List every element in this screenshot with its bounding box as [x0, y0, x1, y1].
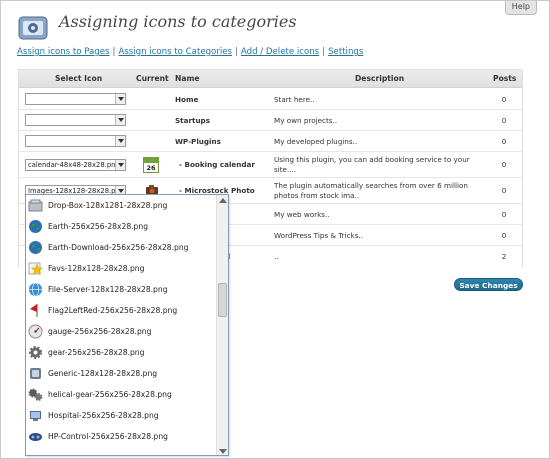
- earth-icon: [29, 220, 42, 233]
- column-header-current: Current: [136, 74, 169, 83]
- page-frame: Assigning icons to categories Help Assig…: [0, 0, 550, 459]
- dropdown-option[interactable]: gauge-256x256-28x28.png: [26, 321, 216, 342]
- calendar-day-number: 26: [146, 164, 156, 172]
- icon-dropdown-list[interactable]: Drop-Box-128x1281-28x28.png Earth-256x25…: [25, 194, 229, 456]
- table-row: calendar-48x48-28x28.png 26 - Booking ca…: [19, 152, 522, 178]
- chevron-down-icon: [115, 160, 125, 170]
- table-row: Startups My own projects.. 0: [19, 110, 522, 131]
- category-name: - Booking calendar: [179, 160, 255, 169]
- category-name: Home: [175, 95, 199, 104]
- help-tab[interactable]: Help: [504, 1, 537, 15]
- category-name: WP-Plugins: [175, 137, 221, 146]
- page-title: Assigning icons to categories: [59, 12, 297, 31]
- category-description: Using this plugin, you can add booking s…: [274, 155, 470, 174]
- dropdown-option[interactable]: Favs-128x128-28x28.png: [26, 258, 216, 279]
- dropdown-option[interactable]: Flag2LeftRed-256x256-28x28.png: [26, 300, 216, 321]
- gear-icon: [29, 346, 42, 359]
- column-header-name: Name: [175, 74, 200, 83]
- scroll-down-arrow-icon[interactable]: [219, 449, 227, 454]
- dropbox-icon: [28, 199, 43, 212]
- category-posts: 0: [501, 231, 507, 240]
- hp-control-icon: [29, 433, 42, 441]
- scrollbar-thumb[interactable]: [218, 283, 227, 317]
- subnav: Assign icons to Pages | Assign icons to Ca…: [17, 47, 363, 57]
- category-description: WordPress Tips & Tricks..: [274, 231, 364, 240]
- save-changes-button[interactable]: Save Changes: [454, 278, 523, 291]
- category-posts: 0: [501, 186, 507, 195]
- dropdown-option[interactable]: File-Server-128x128-28x28.png: [26, 279, 216, 300]
- icon-select[interactable]: [25, 93, 126, 105]
- gauge-icon: [28, 324, 43, 339]
- subnav-link-settings[interactable]: Settings: [328, 47, 363, 57]
- subnav-link-categories[interactable]: Assign icons to Categories: [118, 47, 232, 57]
- category-posts: 0: [501, 160, 507, 169]
- earth-download-icon: [29, 241, 42, 254]
- table-header: Select Icon Current Name Description Pos…: [19, 70, 522, 88]
- category-description: My web works..: [274, 210, 330, 219]
- dropdown-option[interactable]: helical-gear-256x256-28x28.png: [26, 384, 216, 405]
- favs-star-icon: [28, 262, 43, 276]
- dropdown-option[interactable]: Earth-Download-256x256-28x28.png: [26, 237, 216, 258]
- subnav-separator: |: [112, 47, 116, 57]
- dropdown-option[interactable]: Earth-256x256-28x28.png: [26, 216, 216, 237]
- calendar-icon: 26: [143, 157, 159, 173]
- hospital-icon: [30, 411, 41, 421]
- chevron-down-icon: [115, 94, 125, 104]
- category-description: My developed plugins..: [274, 137, 358, 146]
- column-header-description: Description: [355, 74, 405, 83]
- category-posts: 0: [501, 95, 507, 104]
- icon-select[interactable]: calendar-48x48-28x28.png: [25, 159, 126, 171]
- category-posts: 2: [501, 252, 507, 261]
- subnav-link-pages[interactable]: Assign icons to Pages: [17, 47, 110, 57]
- dropdown-scrollbar[interactable]: [216, 195, 228, 455]
- category-description: The plugin automatically searches from o…: [274, 181, 468, 200]
- helical-gear-icon: [28, 388, 43, 401]
- subnav-separator: |: [235, 47, 238, 57]
- category-posts: 0: [501, 137, 507, 146]
- category-description: Start here..: [274, 95, 315, 104]
- category-posts: 0: [501, 116, 507, 125]
- category-description: My own projects..: [274, 116, 338, 125]
- column-header-posts: Posts: [493, 74, 517, 83]
- chevron-down-icon: [115, 136, 125, 146]
- settings-screen-icon: [18, 16, 48, 40]
- icon-select[interactable]: [25, 114, 126, 126]
- chevron-down-icon: [115, 115, 125, 125]
- dropdown-option[interactable]: HP-Control-256x256-28x28.png: [26, 426, 216, 447]
- category-description: ..: [274, 252, 279, 261]
- table-row: WP-Plugins My developed plugins.. 0: [19, 131, 522, 152]
- column-header-select-icon: Select Icon: [55, 74, 103, 83]
- subnav-link-add-delete-icons[interactable]: Add / Delete icons: [241, 47, 319, 57]
- red-flag-icon: [30, 304, 38, 317]
- dropdown-option[interactable]: gear-256x256-28x28.png: [26, 342, 216, 363]
- table-row: Home Start here.. 0: [19, 89, 522, 110]
- dropdown-option[interactable]: Generic-128x128-28x28.png: [26, 363, 216, 384]
- icon-select[interactable]: [25, 135, 126, 147]
- dropdown-option[interactable]: Hospital-256x256-28x28.png: [26, 405, 216, 426]
- file-server-globe-icon: [29, 282, 42, 297]
- generic-icon: [30, 368, 41, 379]
- dropdown-option[interactable]: Drop-Box-128x1281-28x28.png: [26, 195, 216, 216]
- subnav-separator: |: [322, 47, 326, 57]
- category-name: Startups: [175, 116, 210, 125]
- scroll-up-arrow-icon[interactable]: [219, 198, 227, 203]
- category-posts: 0: [501, 210, 507, 219]
